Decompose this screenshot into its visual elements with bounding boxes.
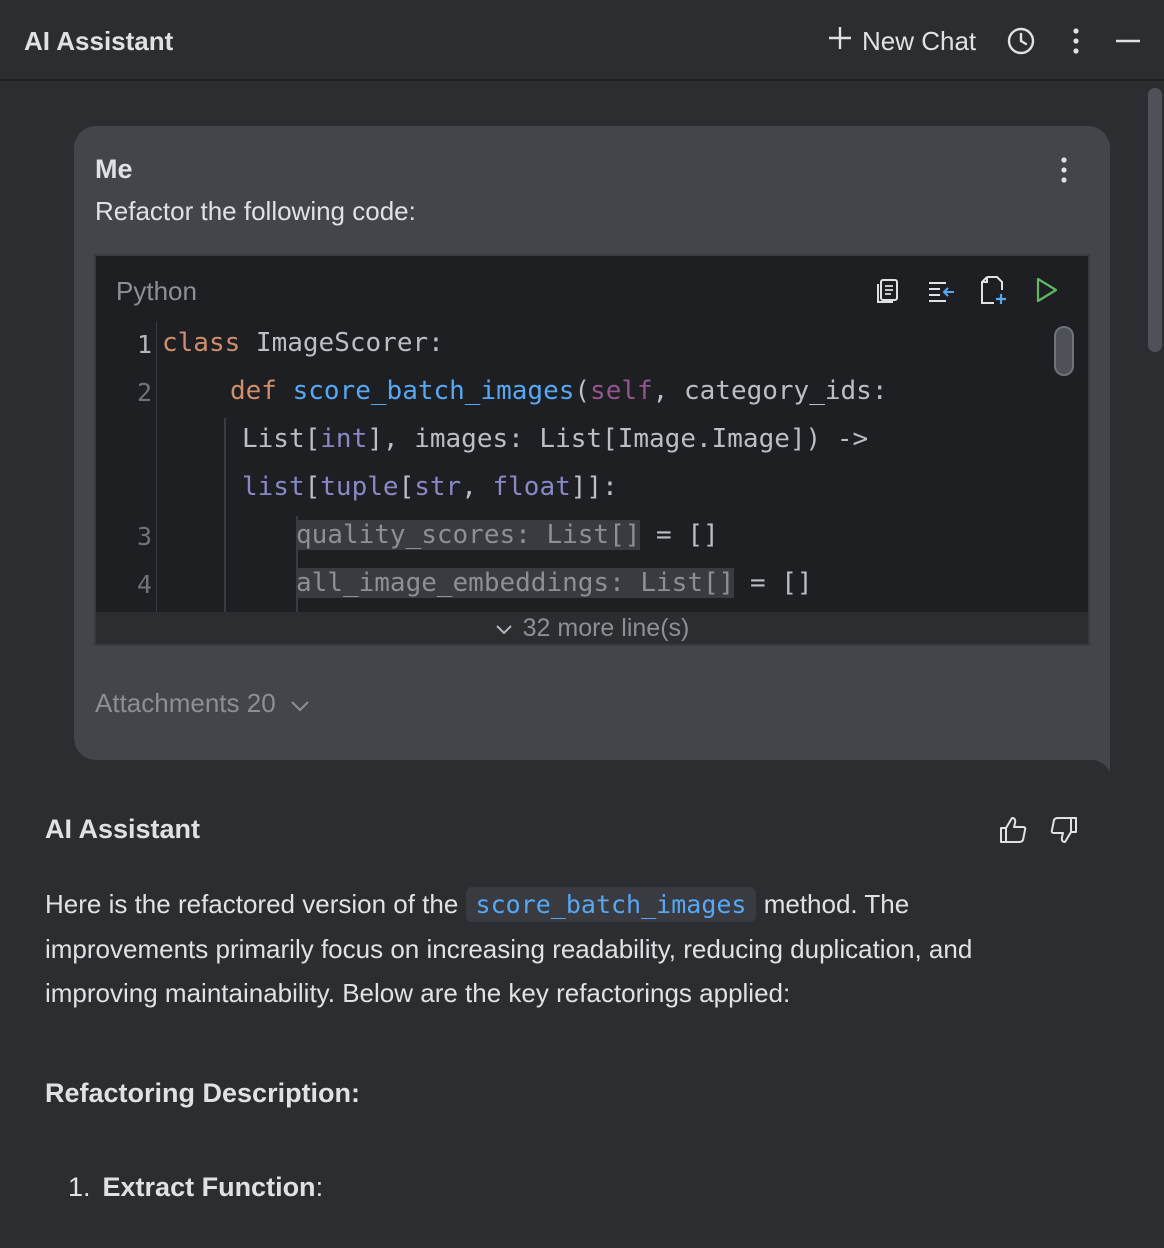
section-heading: Refactoring Description: — [45, 1078, 361, 1108]
code-snippet: Python 1 class ImageScorer: 2 def score_… — [94, 254, 1090, 646]
user-message-text: Refactor the following code: — [95, 196, 416, 226]
new-chat-button[interactable]: New Chat — [826, 24, 976, 58]
code-line-4: all_image_embeddings: List[] = [] — [296, 568, 813, 598]
inline-code: score_batch_images — [465, 887, 757, 922]
assistant-message-text: Here is the refactored version of the sc… — [45, 882, 1045, 1015]
list-item-title: Extract Function — [102, 1172, 316, 1202]
expand-more-lines-button[interactable]: 32 more line(s) — [96, 612, 1088, 644]
code-lines: 1 class ImageScorer: 2 def score_batch_i… — [96, 322, 1056, 612]
history-icon[interactable] — [1005, 24, 1037, 58]
user-author-label: Me — [95, 154, 133, 184]
line-number: 4 — [136, 570, 152, 599]
panel-scrollbar[interactable] — [1148, 88, 1162, 352]
chevron-down-icon — [495, 614, 513, 643]
thumbs-up-icon[interactable] — [996, 812, 1030, 848]
code-language-label: Python — [116, 276, 197, 306]
plus-icon — [826, 24, 854, 59]
code-line-2a: def score_batch_images(self, category_id… — [230, 376, 888, 406]
chevron-down-icon — [290, 688, 310, 719]
code-line-2c: list[tuple[str, float]]: — [242, 472, 618, 502]
code-line-3: quality_scores: List[] = [] — [296, 520, 719, 550]
insert-at-caret-icon[interactable] — [921, 270, 961, 310]
thumbs-down-icon[interactable] — [1047, 812, 1081, 848]
bubble-tail — [1086, 758, 1110, 772]
new-file-icon[interactable] — [974, 270, 1014, 310]
list-item-suffix: : — [315, 1172, 324, 1202]
run-icon[interactable] — [1026, 270, 1066, 310]
new-chat-label: New Chat — [862, 25, 977, 56]
tool-window-header: AI Assistant New Chat — [0, 0, 1164, 81]
more-lines-label: 32 more line(s) — [522, 613, 690, 642]
list-number: 1. — [68, 1172, 91, 1202]
list-item: 1. Extract Function: — [68, 1172, 323, 1203]
code-line-1: class ImageScorer: — [162, 328, 444, 358]
code-scrollbar[interactable] — [1054, 326, 1074, 376]
line-number: 3 — [136, 522, 152, 551]
line-number: 1 — [136, 330, 152, 359]
minimize-icon[interactable] — [1112, 24, 1144, 58]
tool-window-title: AI Assistant — [24, 26, 174, 56]
assistant-author-label: AI Assistant — [45, 814, 201, 844]
code-line-2b: List[int], images: List[Image.Image]) -> — [242, 424, 869, 454]
more-vertical-icon[interactable] — [1060, 24, 1092, 58]
copy-icon[interactable] — [868, 270, 908, 310]
line-number: 2 — [136, 378, 152, 407]
attachments-label: Attachments 20 — [95, 688, 276, 718]
attachments-toggle[interactable]: Attachments 20 — [95, 688, 310, 719]
answer-text-part: Here is the refactored version of the — [45, 889, 466, 919]
message-options-icon[interactable] — [1048, 152, 1080, 188]
